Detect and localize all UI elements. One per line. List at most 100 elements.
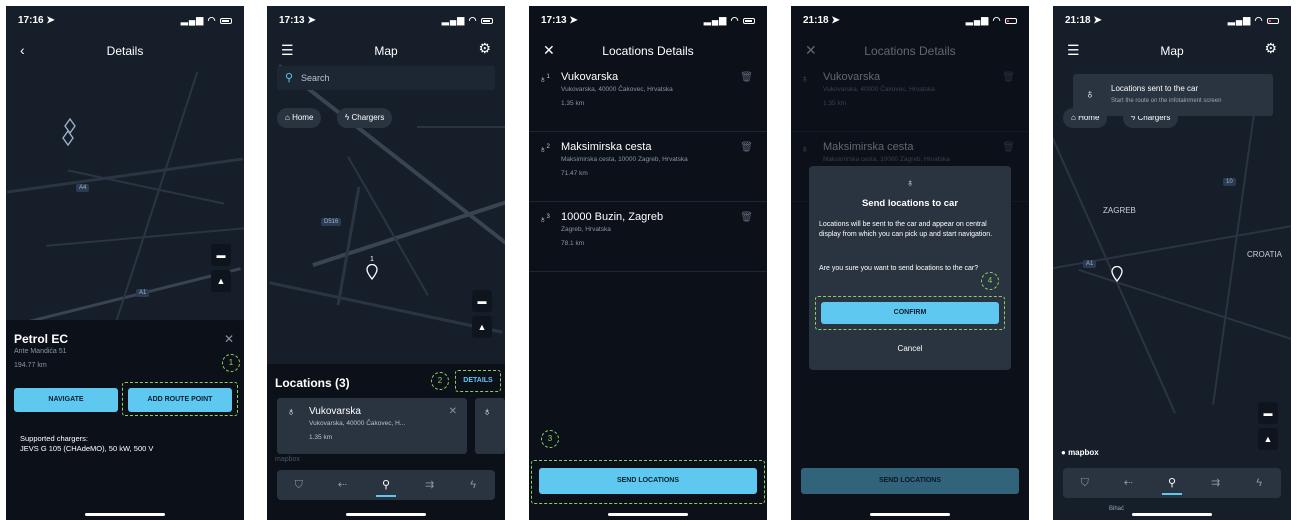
location-distance: 1.35 km: [823, 100, 847, 107]
chargers-chip[interactable]: ϟ Chargers: [337, 108, 393, 128]
card-address: Vukovarska, 40000 Čakovec, H...: [309, 420, 406, 427]
location-pin-icon: ♁3: [539, 214, 550, 226]
page-title: Locations Details: [864, 44, 956, 58]
list-item[interactable]: ♁3 10000 Buzin, Zagreb Zagreb, Hrvatska …: [529, 206, 767, 272]
confirm-dialog: ♁ Send locations to car Locations will b…: [809, 166, 1011, 370]
details-button[interactable]: DETAILS: [455, 370, 501, 392]
tab-locations-icon[interactable]: ⚲: [364, 470, 408, 500]
close-icon[interactable]: ✕: [224, 332, 234, 346]
user-location-button[interactable]: ▲: [472, 316, 492, 338]
charger-pin-icon[interactable]: [62, 129, 74, 147]
location-name: Vukovarska: [561, 71, 619, 83]
user-location-button[interactable]: ▲: [211, 270, 231, 292]
page-title: Map: [1160, 44, 1184, 58]
pin-number: 1: [370, 256, 374, 263]
trash-icon[interactable]: 🗑: [1002, 72, 1015, 83]
navigate-button[interactable]: NAVIGATE: [14, 388, 118, 412]
mapbox-logo: mapbox: [275, 456, 300, 463]
trash-icon[interactable]: 🗑: [1002, 142, 1015, 153]
battery-icon: [1267, 17, 1279, 24]
user-location-button[interactable]: ▲: [1258, 428, 1278, 450]
tab-shield-icon[interactable]: ⛉: [1063, 468, 1107, 498]
settings-gear-icon[interactable]: ⚙: [478, 40, 491, 57]
tab-charge-icon[interactable]: ϟ: [1237, 468, 1281, 498]
list-item[interactable]: ♁1 Vukovarska Vukovarska, 40000 Čakovec,…: [529, 66, 767, 132]
home-chip[interactable]: ⌂ Home: [277, 108, 322, 128]
trash-icon[interactable]: 🗑: [740, 142, 753, 153]
location-name: Maksimirska cesta: [561, 141, 652, 153]
map-place-label: Bihać: [1109, 506, 1125, 512]
mapbox-text: mapbox: [1068, 448, 1099, 457]
location-address: Vukovarska, 40000 Čakovec, Hrvatska: [823, 86, 935, 93]
status-bar: 21:18 ➤ ▂▄▆ ◠: [791, 6, 1029, 32]
car-view-button[interactable]: ▬: [211, 244, 231, 266]
list-item[interactable]: ♁2 Maksimirska cesta Maksimirska cesta, …: [529, 136, 767, 202]
tab-shield-icon[interactable]: ⛉: [277, 470, 321, 500]
search-input[interactable]: ⚲ Search: [277, 66, 495, 90]
step-marker: 1: [222, 354, 240, 372]
tab-route-icon[interactable]: ⇠: [321, 470, 365, 500]
list-item[interactable]: ♁ Vukovarska Vukovarska, 40000 Čakovec, …: [791, 66, 1029, 132]
location-pin-icon: ♁2: [539, 144, 550, 156]
locations-panel: Locations (3) 2 DETAILS ♁ Vukovarska ✕ V…: [267, 364, 505, 520]
location-distance: 1.35 km: [561, 100, 585, 107]
locations-title: Locations (3): [275, 376, 350, 390]
card-name: Vukovarska: [309, 406, 361, 417]
tab-route-icon[interactable]: ⇠: [1107, 468, 1151, 498]
location-pin-icon: ♁: [801, 74, 809, 85]
status-icons: ▂▄▆ ◠: [704, 15, 755, 26]
location-distance: 78.1 km: [561, 240, 585, 247]
road-label: D516: [321, 218, 342, 226]
add-route-point-button[interactable]: ADD ROUTE POINT: [128, 388, 232, 412]
dialog-title: Send locations to car: [861, 198, 959, 209]
location-card[interactable]: ♁ Vukovarska ✕ Vukovarska, 40000 Čakovec…: [277, 398, 467, 454]
send-locations-button[interactable]: SEND LOCATIONS: [801, 468, 1019, 494]
charger-distance: 194.77 km: [14, 362, 47, 369]
dialog-body: Locations will be sent to the car and ap…: [819, 221, 993, 238]
location-address: Maksimirska cesta, 10000 Zagreb, Hrvatsk…: [561, 156, 688, 163]
screen-map-sent: 21:18 ➤ ▂▄▆ ◠ ☰ Map ⚙ ⌂ Home ϟ Chargers …: [1053, 6, 1291, 520]
location-card-next[interactable]: ♁: [475, 398, 505, 454]
tab-charge-icon[interactable]: ϟ: [451, 470, 495, 500]
car-view-button[interactable]: ▬: [472, 290, 492, 312]
page-title: Map: [374, 44, 398, 58]
trash-icon[interactable]: 🗑: [740, 212, 753, 223]
step-marker: 3: [541, 430, 559, 448]
location-name: Vukovarska: [823, 71, 881, 83]
location-address: Maksimirska cesta, 10000 Zagreb, Hrvatsk…: [823, 156, 950, 163]
settings-gear-icon[interactable]: ⚙: [1264, 40, 1277, 57]
trash-icon[interactable]: 🗑: [740, 72, 753, 83]
close-icon[interactable]: ✕: [449, 406, 457, 417]
location-address: Zagreb, Hrvatska: [561, 226, 611, 233]
step-marker: 2: [431, 372, 449, 390]
car-view-button[interactable]: ▬: [1258, 402, 1278, 424]
screen-map: 17:13 ➤ ▂▄▆ ◠ ☰ Map ⚙ ⚲ Search ⌂ Home ϟ …: [267, 6, 505, 520]
toast-subtitle: Start the route on the infotainment scre…: [1111, 98, 1222, 104]
location-name: 10000 Buzin, Zagreb: [561, 211, 664, 223]
home-icon: ⌂: [285, 113, 290, 122]
status-bar: 17:13 ➤ ▂▄▆ ◠: [529, 6, 767, 32]
status-bar: 21:18 ➤ ▂▄▆ ◠: [1053, 6, 1291, 32]
search-placeholder: Search: [301, 73, 330, 83]
location-pin-icon: ♁: [906, 178, 914, 189]
send-locations-button[interactable]: SEND LOCATIONS: [539, 468, 757, 494]
location-name: Maksimirska cesta: [823, 141, 914, 153]
tab-trips-icon[interactable]: ⇉: [1194, 468, 1238, 498]
status-time: 17:13: [541, 15, 567, 26]
location-pin-icon[interactable]: [1111, 265, 1123, 283]
location-address: Vukovarska, 40000 Čakovec, Hrvatska: [561, 86, 673, 93]
road-label: A1: [1083, 260, 1097, 268]
confirm-button[interactable]: CONFIRM: [821, 302, 999, 324]
location-pin-icon: ♁: [287, 406, 296, 418]
lightning-icon: ϟ: [345, 113, 350, 122]
location-pin-icon[interactable]: [366, 263, 378, 281]
status-time: 17:16: [18, 15, 44, 26]
cancel-button[interactable]: Cancel: [809, 344, 1011, 353]
sent-toast: ♁ Locations sent to the car Start the ro…: [1073, 74, 1273, 116]
road-label: 10: [1223, 178, 1236, 186]
home-indicator: [870, 513, 950, 516]
tab-trips-icon[interactable]: ⇉: [408, 470, 452, 500]
tab-locations-icon[interactable]: ⚲: [1150, 468, 1194, 498]
charger-address: Ante Mandića 51: [14, 348, 67, 355]
home-indicator: [85, 513, 165, 516]
